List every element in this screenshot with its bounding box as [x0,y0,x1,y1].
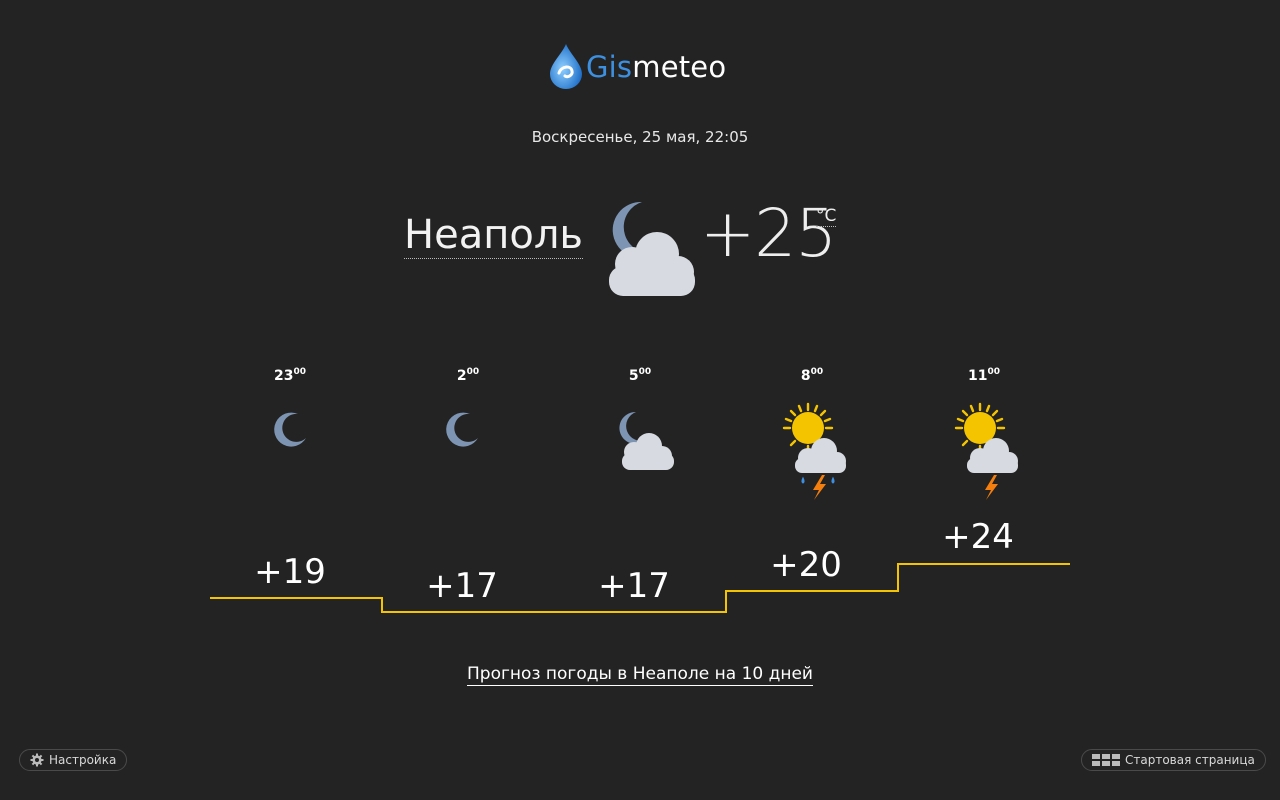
settings-button[interactable]: Настройка [19,749,128,771]
hour-temperature: +17 [598,566,670,606]
start-page-label: Стартовая страница [1125,753,1255,767]
ten-day-forecast-container: Прогноз погоды в Неаполе на 10 дней [0,664,1280,686]
hour-temperature: +19 [254,552,326,592]
hour-temperature: +20 [770,545,842,585]
gear-icon [30,753,44,767]
settings-label: Настройка [49,753,117,767]
ten-day-forecast-link[interactable]: Прогноз погоды в Неаполе на 10 дней [467,664,813,686]
grid-icon [1092,754,1120,766]
start-page-button[interactable]: Стартовая страница [1081,749,1266,771]
hour-temperature: +24 [942,517,1014,557]
hour-temperature: +17 [426,566,498,606]
